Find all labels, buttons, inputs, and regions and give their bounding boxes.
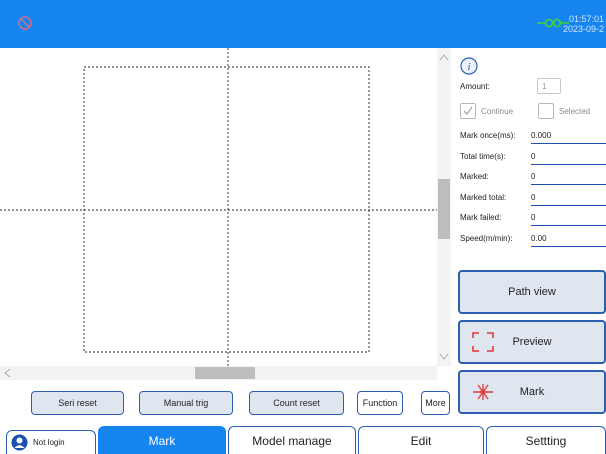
chevron-down-icon[interactable] xyxy=(438,350,450,362)
horizontal-scroll-thumb[interactable] xyxy=(195,367,255,379)
mark-button[interactable]: Mark xyxy=(458,370,606,414)
path-view-label: Path view xyxy=(508,286,556,298)
selected-label: Selected xyxy=(559,107,591,116)
marked-total-label: Marked total: xyxy=(460,193,507,202)
marked-total-underline xyxy=(531,205,606,206)
preview-button[interactable]: Preview xyxy=(458,320,606,364)
total-time-label: Total time(s): xyxy=(460,152,506,161)
login-button[interactable]: Not login xyxy=(6,430,96,454)
svg-text:i: i xyxy=(467,61,470,73)
vertical-scrollbar[interactable] xyxy=(437,48,451,366)
path-view-button[interactable]: Path view xyxy=(458,270,606,314)
mark-label: Mark xyxy=(519,386,545,398)
login-label: Not login xyxy=(33,438,65,447)
tab-settting[interactable]: Settting xyxy=(486,426,606,454)
total-time-value: 0 xyxy=(531,152,536,161)
checkmark-icon xyxy=(463,106,473,116)
canvas-grid xyxy=(0,48,437,366)
total-time-underline xyxy=(531,164,606,165)
chevron-up-icon[interactable] xyxy=(438,52,450,64)
chevron-left-icon[interactable] xyxy=(2,367,14,379)
mark-failed-value: 0 xyxy=(531,213,536,222)
selected-checkbox[interactable] xyxy=(538,103,554,119)
tab-model-manage[interactable]: Model manage xyxy=(228,426,356,454)
mark-canvas[interactable] xyxy=(0,48,437,366)
preview-label: Preview xyxy=(512,336,552,348)
clock-time: 01:57:01 xyxy=(568,14,604,24)
user-icon xyxy=(11,434,28,451)
mark-once-underline xyxy=(531,143,606,144)
count-reset-button[interactable]: Count reset xyxy=(249,391,344,415)
continue-checkbox[interactable] xyxy=(460,103,476,119)
speed-value: 0.00 xyxy=(531,234,547,243)
amount-input[interactable]: 1 xyxy=(537,78,561,94)
marked-label: Marked: xyxy=(460,172,489,181)
mark-failed-underline xyxy=(531,225,606,226)
top-status-bar: 01:57:01 2023-09-2 xyxy=(0,0,606,48)
no-entry-icon xyxy=(18,16,32,30)
horizontal-scrollbar[interactable] xyxy=(0,366,437,380)
continue-label: Continue xyxy=(481,107,514,116)
vertical-scroll-thumb[interactable] xyxy=(438,179,450,239)
clock: 01:57:01 2023-09-2 xyxy=(563,14,604,34)
marked-total-value: 0 xyxy=(531,193,536,202)
mark-info-panel: i Amount: 1 Continue Selected Mark once(… xyxy=(451,48,606,263)
speed-underline xyxy=(531,246,606,247)
seri-reset-button[interactable]: Seri reset xyxy=(31,391,124,415)
info-icon[interactable]: i xyxy=(460,57,478,75)
manual-trig-button[interactable]: Manual trig xyxy=(139,391,233,415)
mark-once-label: Mark once(ms): xyxy=(460,131,516,140)
function-button[interactable]: Function xyxy=(357,391,403,415)
mark-failed-label: Mark failed: xyxy=(460,213,502,222)
more-button[interactable]: More xyxy=(421,391,450,415)
amount-label: Amount: xyxy=(460,82,490,91)
marked-value: 0 xyxy=(531,172,536,181)
mark-once-value: 0.000 xyxy=(531,131,552,140)
tab-mark[interactable]: Mark xyxy=(98,426,226,454)
marked-underline xyxy=(531,184,606,185)
speed-label: Speed(m/min): xyxy=(460,234,513,243)
clock-date: 2023-09-2 xyxy=(562,24,604,34)
tab-edit[interactable]: Edit xyxy=(358,426,484,454)
